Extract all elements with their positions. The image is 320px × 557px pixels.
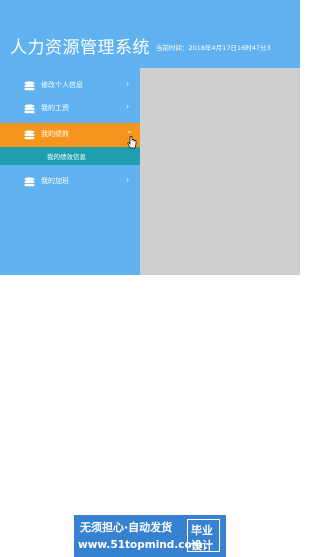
current-time: 当前时间：2018年4月17日16时47分3 [156, 44, 271, 52]
menu-item-label: 我的绩效 [41, 130, 69, 138]
menu-item-label: 我的加班 [41, 177, 69, 185]
watermark-badge-line2: 设计 [191, 539, 213, 552]
hand-cursor-icon [127, 136, 137, 149]
menu-item-label: 修改个人信息 [41, 81, 83, 89]
database-icon [24, 81, 35, 91]
database-icon [24, 177, 35, 187]
menu-item-label: 我的工资 [41, 104, 69, 112]
chevron-right-icon: › [126, 175, 130, 184]
submenu-item-label: 我的绩效信息 [47, 153, 86, 161]
database-icon [24, 104, 35, 114]
menu-item-my-overtime[interactable]: 我的加班 › [0, 172, 140, 192]
watermark-badge-line1: 毕业 [191, 524, 213, 537]
menu-item-my-performance[interactable]: 我的绩效 ⌄ [0, 123, 140, 147]
watermark-slogan: 无须担心·自动发货 [80, 521, 173, 534]
watermark-url: www.51topmind.com [78, 539, 203, 551]
app-title: 人力资源管理系统 [10, 38, 150, 58]
chevron-right-icon: › [126, 79, 130, 88]
chevron-down-icon: ⌄ [126, 126, 133, 135]
watermark-badge: 毕业 设计 [187, 519, 220, 552]
watermark: 无须担心·自动发货 www.51topmind.com 毕业 设计 [0, 257, 300, 557]
content-area [140, 68, 300, 275]
submenu-item-performance-info[interactable]: 我的绩效信息 [0, 147, 140, 165]
chevron-right-icon: › [126, 102, 130, 111]
sidebar-menu: 修改个人信息 › 我的工资 › 我的绩效 ⌄ 我的加班 › [0, 68, 140, 275]
database-icon [24, 130, 35, 140]
menu-item-my-salary[interactable]: 我的工资 › [0, 99, 140, 119]
header-bar: 人力资源管理系统 当前时间：2018年4月17日16时47分3 [0, 0, 300, 68]
app-window: 人力资源管理系统 当前时间：2018年4月17日16时47分3 修改个人信息 ›… [0, 0, 300, 557]
menu-item-edit-profile[interactable]: 修改个人信息 › [0, 76, 140, 96]
